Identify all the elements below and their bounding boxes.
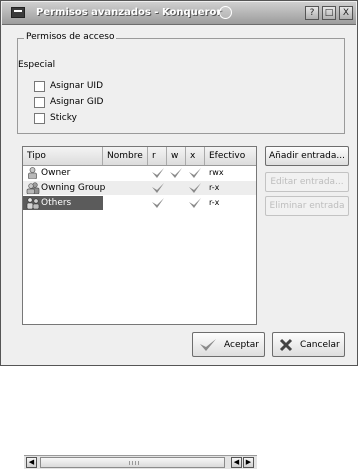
delete-entry-button[interactable]: Eliminar entrada [265,196,349,216]
help-button[interactable]: ? [305,6,319,20]
check-x-icon[interactable] [188,166,202,180]
window-app-icon[interactable] [11,7,25,18]
table-row[interactable]: Owner rwx [23,166,256,180]
row-tipo: Others [41,198,72,208]
cancel-button[interactable]: Cancelar [272,332,345,357]
column-header-nombre[interactable]: Nombre [103,147,148,165]
user-icon [28,167,37,179]
row-efectivo: rwx [209,168,224,177]
table-row[interactable]: Owning Group r-x [23,181,256,195]
scroll-grip-icon [129,461,141,465]
dialog-window: Permisos avanzados - Konqueror ? □ X Per… [0,0,358,469]
check-w-icon[interactable] [169,166,183,180]
checkmark-icon [200,339,216,351]
assign-gid-label[interactable]: Asignar GID [50,97,103,107]
minimize-button[interactable]: □ [322,6,336,20]
sticky-checkbox[interactable] [34,113,45,124]
row-tipo: Owner [41,168,71,178]
ok-button[interactable]: Aceptar [192,332,265,357]
assign-uid-checkbox[interactable] [34,81,45,92]
sticky-label[interactable]: Sticky [50,113,77,123]
check-r-icon[interactable] [151,166,165,180]
group-icon [26,182,40,194]
cancel-x-icon [279,338,293,352]
add-entry-button[interactable]: Añadir entrada... [265,146,349,166]
column-header-r[interactable]: r [148,147,167,165]
scroll-left-arrow-icon[interactable]: ◀ [26,457,37,468]
scroll-left-arrow-icon-2[interactable]: ◀ [231,457,242,468]
check-x-icon[interactable] [188,181,202,195]
scroll-right-arrow-icon[interactable]: ▶ [243,457,254,468]
list-header: Tipo Nombre r w x Efectivo [23,147,256,166]
check-x-icon[interactable] [188,196,202,210]
column-header-efectivo[interactable]: Efectivo [205,147,256,165]
row-efectivo: r-x [209,198,220,207]
close-button[interactable]: X [339,6,353,20]
title-bar[interactable]: Permisos avanzados - Konqueror ? □ X [2,2,356,25]
assign-uid-label[interactable]: Asignar UID [50,81,103,91]
ok-label: Aceptar [224,340,259,350]
cancel-label: Cancelar [300,340,340,350]
row-tipo: Owning Group [41,183,106,193]
access-permissions-title: Permisos de acceso [24,32,117,42]
column-header-tipo[interactable]: Tipo [23,147,103,165]
edit-entry-button[interactable]: Editar entrada... [265,172,349,192]
check-r-icon[interactable] [151,181,165,195]
scroll-thumb[interactable] [40,457,225,468]
sticky-toggle-icon[interactable] [219,6,232,19]
column-header-x[interactable]: x [186,147,205,165]
horizontal-scrollbar[interactable]: ◀ ◀ ▶ [24,455,257,469]
others-icon [26,197,40,209]
row-efectivo: r-x [209,183,220,192]
table-row[interactable]: Others r-x [23,196,256,210]
special-label: Especial [18,60,56,70]
check-r-icon[interactable] [151,196,165,210]
column-header-w[interactable]: w [167,147,186,165]
assign-gid-checkbox[interactable] [34,97,45,108]
permissions-list[interactable]: Tipo Nombre r w x Efectivo Owner rwx Own… [22,146,257,469]
window-title: Permisos avanzados - Konqueror [36,7,222,18]
